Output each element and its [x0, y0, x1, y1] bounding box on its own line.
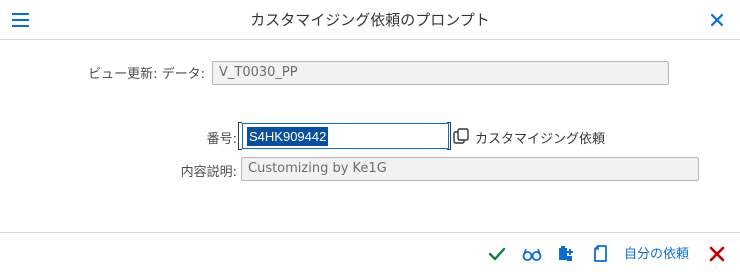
description-label: 内容説明: — [180, 165, 237, 180]
focus-bracket-right — [447, 122, 451, 150]
glasses-icon[interactable] — [521, 243, 543, 265]
own-requests-button[interactable]: 自分の依頼 — [624, 243, 689, 265]
copy-icon[interactable] — [590, 243, 610, 265]
request-number-selected-text: S4HK909442 — [247, 127, 329, 146]
checkmark-icon[interactable] — [486, 243, 508, 265]
dialog-title: カスタマイジング依頼のプロンプト — [250, 11, 490, 29]
value-help-icon[interactable] — [452, 127, 470, 145]
cancel-icon[interactable] — [706, 243, 728, 265]
close-icon[interactable] — [706, 9, 728, 31]
request-type-text: カスタマイジング依頼 — [475, 132, 606, 147]
own-requests-label: 自分の依頼 — [624, 247, 690, 262]
create-request-icon[interactable] — [556, 243, 578, 265]
footer-toolbar: 自分の依頼 — [0, 232, 740, 274]
view-label: ビュー更新: データ: — [88, 67, 205, 82]
title-bar: カスタマイジング依頼のプロンプト — [0, 0, 740, 40]
view-field: V_T0030_PP — [212, 61, 669, 85]
request-number-input[interactable]: S4HK909442 — [242, 123, 449, 149]
number-label: 番号: — [206, 132, 237, 147]
customizing-request-prompt-dialog: カスタマイジング依頼のプロンプト ビュー更新: データ: V_T0030_PP … — [0, 0, 740, 274]
description-field: Customizing by Ke1G — [241, 157, 699, 181]
dialog-content: ビュー更新: データ: V_T0030_PP 番号: S4HK909442 カス… — [0, 40, 740, 232]
